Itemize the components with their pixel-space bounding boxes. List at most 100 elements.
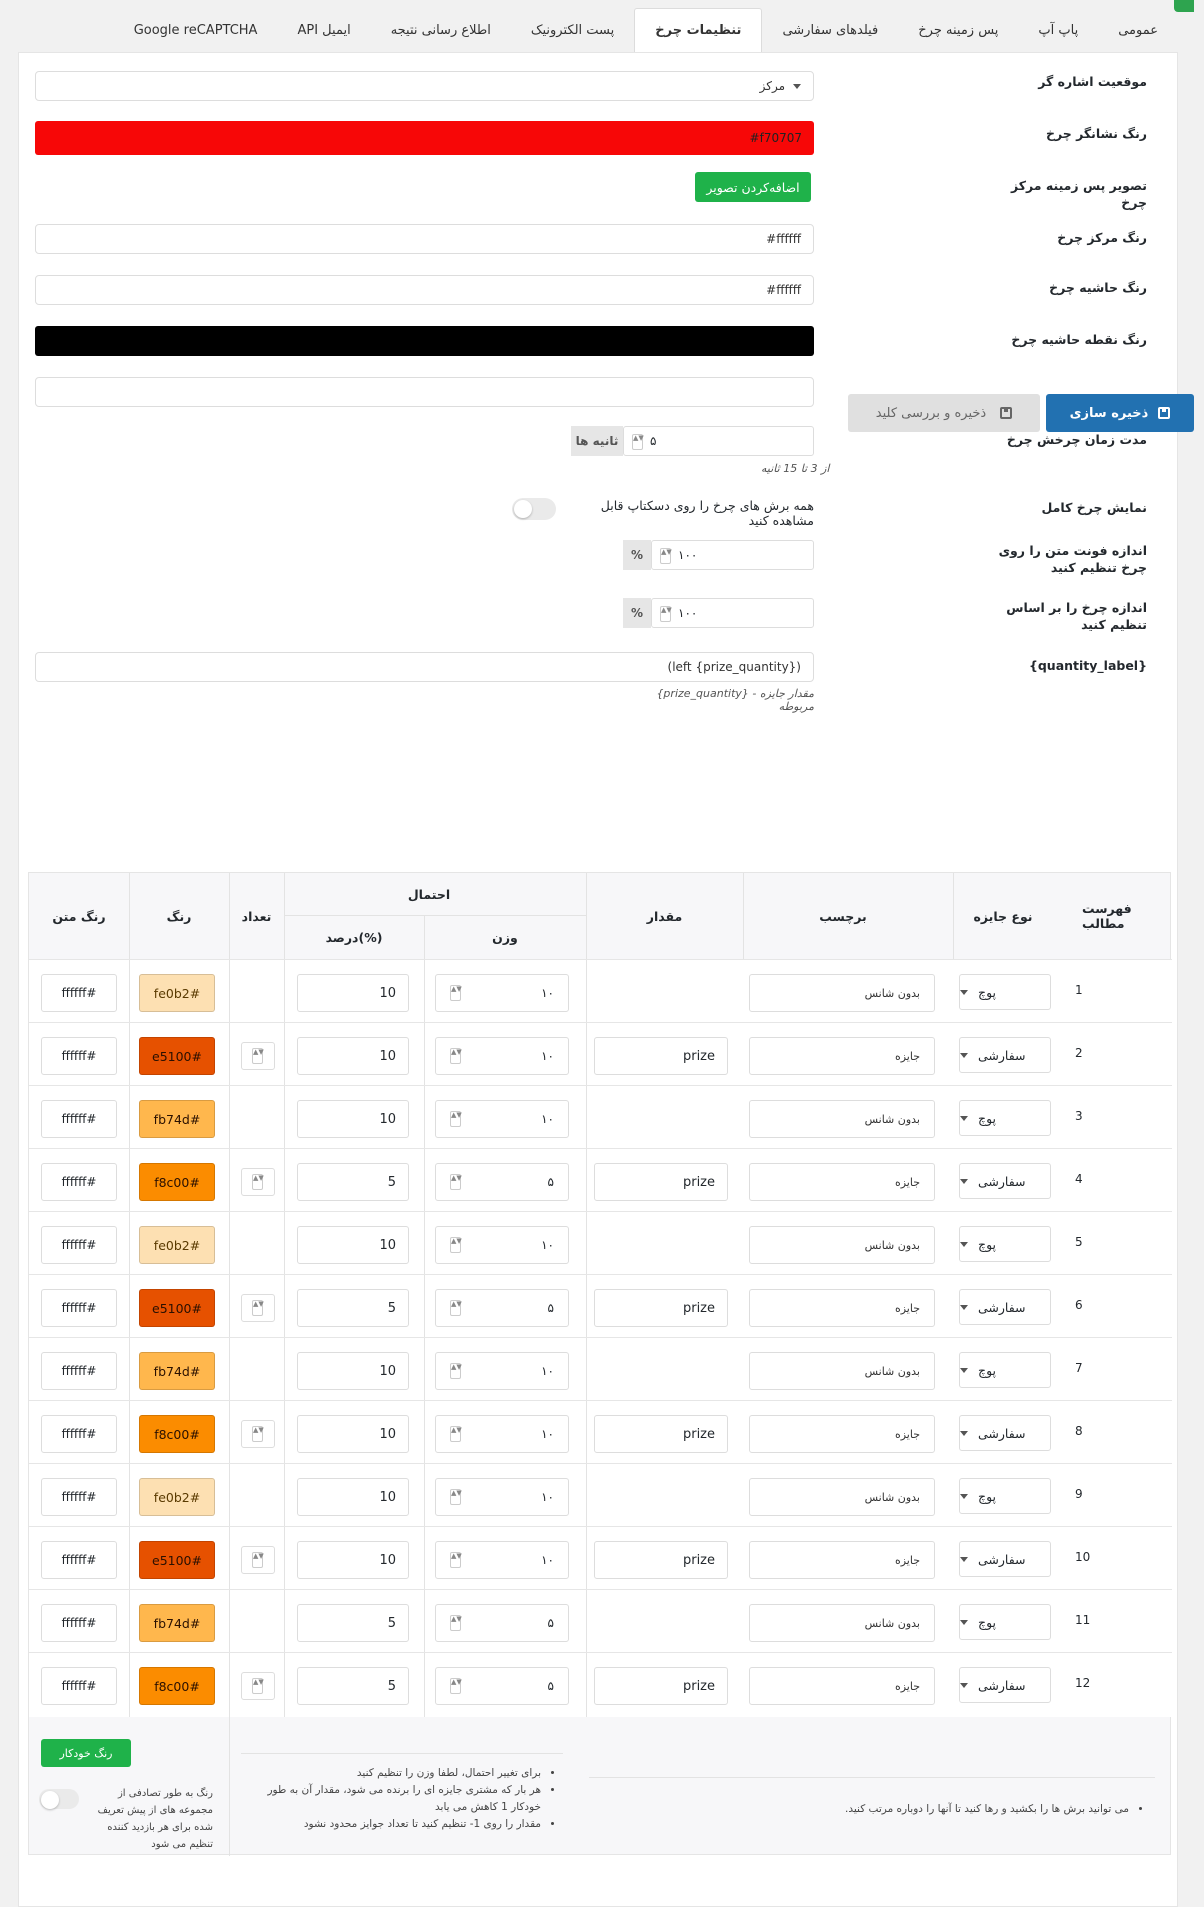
- weight-input[interactable]: ▲▼ ۱۰: [435, 1541, 569, 1579]
- percent-input[interactable]: 10: [297, 1415, 409, 1453]
- slice-color-input[interactable]: e5100#: [139, 1541, 215, 1579]
- prize-type-select[interactable]: سفارشی: [959, 1415, 1051, 1451]
- prize-type-select[interactable]: پوچ: [959, 1352, 1051, 1388]
- pointer-color-input[interactable]: #f70707: [35, 121, 814, 155]
- text-color-input[interactable]: ffffff#: [41, 1604, 117, 1642]
- prize-label-input[interactable]: بدون شانس: [749, 1604, 935, 1642]
- prize-value-input[interactable]: prize: [594, 1541, 728, 1579]
- table-row[interactable]: 3 پوچ بدون شانس ▲▼ ۱۰ 10 fb74d# ffffff#: [29, 1085, 1172, 1148]
- slice-color-input[interactable]: fb74d#: [139, 1604, 215, 1642]
- prize-type-select[interactable]: پوچ: [959, 974, 1051, 1010]
- slice-color-input[interactable]: e5100#: [139, 1289, 215, 1327]
- weight-input[interactable]: ▲▼ ۱۰: [435, 1037, 569, 1075]
- stepper-icon[interactable]: ▲▼: [252, 1552, 264, 1568]
- extra-input[interactable]: [35, 377, 814, 407]
- save-check-button[interactable]: ذخیره و بررسی کلید: [848, 394, 1040, 432]
- percent-input[interactable]: 10: [297, 1352, 409, 1390]
- stepper-icon[interactable]: ▲▼: [450, 1300, 462, 1316]
- table-row[interactable]: 11 پوچ بدون شانس ▲▼ ۵ 5 fb74d# ffffff#: [29, 1589, 1172, 1652]
- text-color-input[interactable]: ffffff#: [41, 1289, 117, 1327]
- weight-input[interactable]: ▲▼ ۱۰: [435, 974, 569, 1012]
- weight-input[interactable]: ▲▼ ۵: [435, 1289, 569, 1327]
- weight-input[interactable]: ▲▼ ۱۰: [435, 1352, 569, 1390]
- percent-input[interactable]: 10: [297, 1541, 409, 1579]
- slice-color-input[interactable]: f8c00#: [139, 1415, 215, 1453]
- pointer-position-select[interactable]: مرکز: [35, 71, 814, 101]
- weight-input[interactable]: ▲▼ ۵: [435, 1667, 569, 1705]
- percent-input[interactable]: 10: [297, 1037, 409, 1075]
- text-color-input[interactable]: ffffff#: [41, 1667, 117, 1705]
- stepper-icon[interactable]: ▲▼: [450, 1237, 462, 1253]
- weight-input[interactable]: ▲▼ ۵: [435, 1163, 569, 1201]
- text-color-input[interactable]: ffffff#: [41, 1352, 117, 1390]
- prize-label-input[interactable]: بدون شانس: [749, 1226, 935, 1264]
- full-wheel-toggle[interactable]: [512, 498, 556, 520]
- auto-color-toggle[interactable]: [39, 1789, 79, 1809]
- prize-type-select[interactable]: پوچ: [959, 1100, 1051, 1136]
- text-color-input[interactable]: ffffff#: [41, 1478, 117, 1516]
- prize-value-input[interactable]: prize: [594, 1037, 728, 1075]
- percent-input[interactable]: 5: [297, 1604, 409, 1642]
- prize-type-select[interactable]: سفارشی: [959, 1037, 1051, 1073]
- table-row[interactable]: 1 پوچ بدون شانس ▲▼ ۱۰ 10 fe0b2# ffffff#: [29, 959, 1172, 1022]
- prize-value-input[interactable]: prize: [594, 1289, 728, 1327]
- dot-color-input[interactable]: #000000: [35, 326, 814, 356]
- slice-color-input[interactable]: f8c00#: [139, 1163, 215, 1201]
- quantity-input[interactable]: ▲▼: [241, 1168, 275, 1196]
- text-color-input[interactable]: ffffff#: [41, 1100, 117, 1138]
- prize-value-input[interactable]: prize: [594, 1163, 728, 1201]
- prize-label-input[interactable]: جایزه: [749, 1667, 935, 1705]
- wheel-size-input[interactable]: ▲▼ ۱۰۰: [651, 598, 814, 628]
- center-color-input[interactable]: #ffffff: [35, 224, 814, 254]
- border-color-input[interactable]: #ffffff: [35, 275, 814, 305]
- quantity-input[interactable]: ▲▼: [241, 1294, 275, 1322]
- stepper-icon[interactable]: ▲▼: [450, 1552, 462, 1568]
- tab-item[interactable]: Google reCAPTCHA: [114, 8, 278, 52]
- prize-label-input[interactable]: بدون شانس: [749, 974, 935, 1012]
- prize-label-input[interactable]: جایزه: [749, 1163, 935, 1201]
- weight-input[interactable]: ▲▼ ۱۰: [435, 1415, 569, 1453]
- table-row[interactable]: 5 پوچ بدون شانس ▲▼ ۱۰ 10 fe0b2# ffffff#: [29, 1211, 1172, 1274]
- stepper-icon[interactable]: ▲▼: [252, 1174, 264, 1190]
- stepper-icon[interactable]: ▲▼: [450, 1615, 462, 1631]
- stepper-icon[interactable]: ▲▼: [450, 1489, 462, 1505]
- percent-input[interactable]: 5: [297, 1163, 409, 1201]
- tab-item[interactable]: فیلدهای سفارشی: [762, 8, 898, 52]
- stepper-icon[interactable]: ▲▼: [252, 1426, 264, 1442]
- quantity-input[interactable]: ▲▼: [241, 1420, 275, 1448]
- weight-input[interactable]: ▲▼ ۱۰: [435, 1478, 569, 1516]
- prize-label-input[interactable]: جایزه: [749, 1037, 935, 1075]
- stepper-icon[interactable]: ▲▼: [450, 1678, 462, 1694]
- percent-input[interactable]: 5: [297, 1667, 409, 1705]
- slice-color-input[interactable]: f8c00#: [139, 1667, 215, 1705]
- prize-value-input[interactable]: prize: [594, 1415, 728, 1453]
- auto-color-button[interactable]: رنگ خودکار: [41, 1739, 131, 1767]
- prize-label-input[interactable]: بدون شانس: [749, 1100, 935, 1138]
- slice-color-input[interactable]: fe0b2#: [139, 1478, 215, 1516]
- percent-input[interactable]: 10: [297, 974, 409, 1012]
- table-row[interactable]: 10 سفارشی جایزه prize ▲▼ ۱۰ 10 ▲▼ e5100# ffffff#: [29, 1526, 1172, 1589]
- tab-item[interactable]: پس زمینه چرخ: [898, 8, 1018, 52]
- prize-label-input[interactable]: جایزه: [749, 1289, 935, 1327]
- table-row[interactable]: 7 پوچ بدون شانس ▲▼ ۱۰ 10 fb74d# ffffff#: [29, 1337, 1172, 1400]
- prize-type-select[interactable]: سفارشی: [959, 1289, 1051, 1325]
- text-color-input[interactable]: ffffff#: [41, 1037, 117, 1075]
- stepper-icon[interactable]: ▲▼: [660, 606, 672, 622]
- quantity-input[interactable]: ▲▼: [241, 1546, 275, 1574]
- prize-label-input[interactable]: بدون شانس: [749, 1352, 935, 1390]
- stepper-icon[interactable]: ▲▼: [632, 434, 644, 450]
- prize-type-select[interactable]: سفارشی: [959, 1163, 1051, 1199]
- weight-input[interactable]: ▲▼ ۵: [435, 1604, 569, 1642]
- text-color-input[interactable]: ffffff#: [41, 1541, 117, 1579]
- save-button[interactable]: ذخیره سازی: [1046, 394, 1194, 432]
- percent-input[interactable]: 5: [297, 1289, 409, 1327]
- prize-type-select[interactable]: پوچ: [959, 1226, 1051, 1262]
- prize-type-select[interactable]: سفارشی: [959, 1667, 1051, 1703]
- text-color-input[interactable]: ffffff#: [41, 1226, 117, 1264]
- tab-item[interactable]: اطلاع رسانی نتیجه: [371, 8, 511, 52]
- font-size-input[interactable]: ▲▼ ۱۰۰: [651, 540, 814, 570]
- add-image-button[interactable]: اضافه‌کردن تصویر: [695, 172, 811, 202]
- prize-label-input[interactable]: جایزه: [749, 1415, 935, 1453]
- stepper-icon[interactable]: ▲▼: [450, 1111, 462, 1127]
- prize-type-select[interactable]: پوچ: [959, 1478, 1051, 1514]
